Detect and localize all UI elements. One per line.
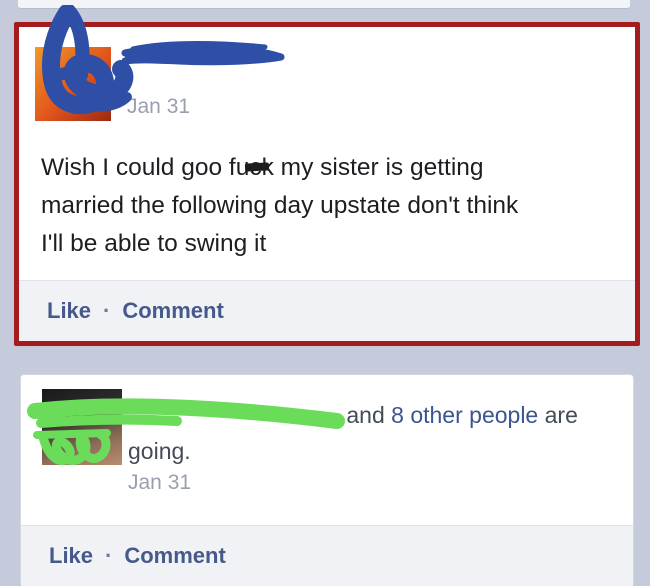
post-card-highlighted: Jan 31 Wish I could goo fuck my sister i… [14,5,640,346]
post-action-bar: Like · Comment [21,525,633,586]
post-text-line: I'll be able to swing it [41,230,267,257]
post-date[interactable]: Jan 31 [128,471,191,495]
feed: Jan 31 Wish I could goo fuck my sister i… [0,0,650,586]
comment-button[interactable]: Comment [122,298,223,324]
post-text: Wish I could goo fuck my sister is getti… [41,149,621,263]
previous-card-edge [18,0,630,9]
censored-word-part: uc [236,149,269,187]
post-text-line: married the following day upstate don't … [41,192,519,219]
like-button[interactable]: Like [47,298,91,324]
post-card-going: and 8 other people are going. Jan 31 Lik… [20,374,634,586]
going-story-text: and 8 other people are going. [128,397,628,469]
avatar[interactable] [35,47,111,121]
going-connector: and [346,402,385,428]
separator-dot: · [105,543,113,568]
avatar[interactable] [42,389,122,465]
others-link[interactable]: 8 other people [391,402,538,428]
like-button[interactable]: Like [49,543,93,569]
going-verb: are [544,402,578,428]
censor-mark [244,162,269,172]
post-date[interactable]: Jan 31 [127,95,190,119]
comment-button[interactable]: Comment [124,543,225,569]
going-line-2: going. [128,438,191,464]
separator-dot: · [103,298,111,323]
post-action-bar: Like · Comment [19,280,635,341]
post-text-line: Wish I could goo fuck my sister is getti… [41,149,621,187]
